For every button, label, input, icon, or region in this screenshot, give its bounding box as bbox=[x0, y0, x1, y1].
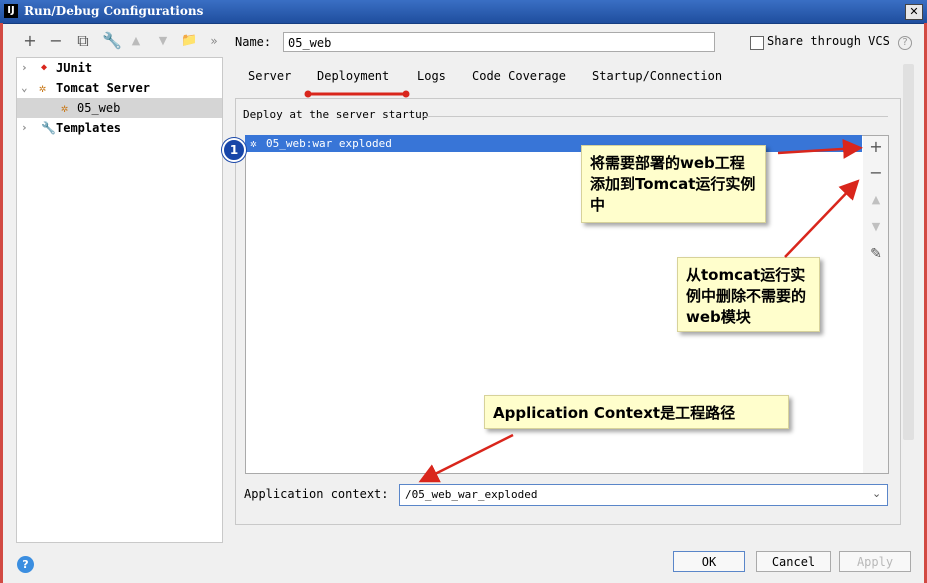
tree-item-label: Templates bbox=[56, 121, 122, 135]
copy-configuration-button[interactable]: ⧉ bbox=[75, 33, 91, 49]
name-input[interactable]: 05_web bbox=[283, 32, 715, 52]
folder-icon[interactable]: 📁 bbox=[181, 33, 197, 49]
move-up-artifact-button[interactable]: ▲ bbox=[867, 191, 885, 209]
move-down-artifact-button[interactable]: ▼ bbox=[867, 218, 885, 236]
chevron-right-icon[interactable]: › bbox=[21, 118, 28, 138]
window-title: Run/Debug Configurations bbox=[24, 4, 204, 18]
deployment-tab-underline bbox=[304, 90, 410, 98]
artifact-icon: ✲ bbox=[250, 137, 257, 150]
app-context-label: Application context: bbox=[244, 487, 389, 501]
add-configuration-button[interactable]: + bbox=[22, 33, 38, 49]
help-icon[interactable]: ? bbox=[898, 36, 912, 50]
tab-logs[interactable]: Logs bbox=[417, 69, 446, 83]
window-frame-left bbox=[0, 23, 3, 583]
tree-item-05-web[interactable]: ✲ 05_web bbox=[17, 98, 222, 118]
cancel-button[interactable]: Cancel bbox=[756, 551, 831, 572]
remove-configuration-button[interactable]: − bbox=[48, 33, 64, 49]
name-label: Name: bbox=[235, 35, 272, 49]
tab-server[interactable]: Server bbox=[248, 69, 291, 83]
tomcat-icon: ✲ bbox=[39, 81, 47, 95]
tree-item-label: 05_web bbox=[77, 101, 121, 115]
junit-icon: ◆ bbox=[41, 62, 48, 73]
help-button[interactable]: ? bbox=[17, 556, 34, 573]
app-context-input[interactable]: /05_web_war_exploded bbox=[399, 484, 888, 506]
share-vcs-label[interactable]: Share through VCS bbox=[767, 34, 890, 48]
tree-item-tomcat-server[interactable]: ⌄ ✲ Tomcat Server bbox=[17, 78, 222, 98]
configuration-tree[interactable]: › ◆ JUnit ⌄ ✲ Tomcat Server ✲ 05_web › 🔧… bbox=[16, 57, 223, 543]
deploy-section-label: Deploy at the server startup bbox=[243, 108, 429, 121]
tab-deployment[interactable]: Deployment bbox=[317, 69, 389, 83]
remove-artifact-button[interactable]: − bbox=[867, 164, 885, 182]
move-down-button[interactable]: ▼ bbox=[155, 33, 171, 49]
share-vcs-checkbox[interactable] bbox=[750, 36, 764, 50]
move-up-button[interactable]: ▲ bbox=[128, 33, 144, 49]
tab-code-coverage[interactable]: Code Coverage bbox=[472, 69, 566, 83]
edit-pencil-icon[interactable]: ✎ bbox=[867, 245, 885, 263]
tab-startup-connection[interactable]: Startup/Connection bbox=[592, 69, 722, 83]
chevron-right-icon[interactable]: › bbox=[21, 58, 28, 78]
tree-item-label: Tomcat Server bbox=[56, 81, 150, 95]
step-number-badge: 1 bbox=[222, 138, 246, 162]
callout-application-context: Application Context是工程路径 bbox=[484, 395, 789, 429]
tree-item-label: JUnit bbox=[56, 61, 93, 75]
tree-item-templates[interactable]: › 🔧 Templates bbox=[17, 118, 222, 138]
scrollbar[interactable] bbox=[903, 64, 914, 440]
callout-remove-web-module: 从tomcat运行实例中删除不需要的web模块 bbox=[677, 257, 820, 332]
artifact-toolbar bbox=[863, 135, 889, 474]
tree-item-junit[interactable]: › ◆ JUnit bbox=[17, 58, 222, 78]
chevron-down-icon[interactable]: ⌄ bbox=[21, 78, 28, 98]
close-button[interactable]: ✕ bbox=[905, 4, 923, 20]
artifact-list-item[interactable]: ✲ 05_web:war exploded bbox=[245, 135, 862, 152]
add-artifact-button[interactable]: + bbox=[867, 138, 885, 156]
more-tools-button[interactable]: » bbox=[206, 33, 222, 49]
edit-defaults-wrench-icon[interactable]: 🔧 bbox=[102, 33, 122, 49]
intellij-app-icon: IJ bbox=[4, 4, 18, 18]
callout-add-web-project: 将需要部署的web工程添加到Tomcat运行实例中 bbox=[581, 145, 766, 223]
wrench-icon: 🔧 bbox=[41, 121, 56, 135]
tomcat-icon: ✲ bbox=[61, 101, 69, 115]
section-divider bbox=[422, 116, 888, 117]
artifact-label: 05_web:war exploded bbox=[266, 137, 392, 150]
chevron-down-icon[interactable]: ⌄ bbox=[872, 487, 881, 500]
apply-button[interactable]: Apply bbox=[839, 551, 911, 572]
ok-button[interactable]: OK bbox=[673, 551, 745, 572]
